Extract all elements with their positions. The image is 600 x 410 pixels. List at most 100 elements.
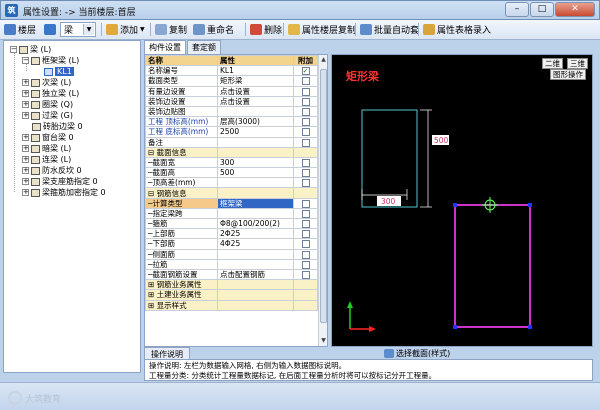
table-row[interactable]: ─拉筋: [145, 258, 318, 270]
property-value[interactable]: 框架梁: [217, 197, 294, 209]
tree-node[interactable]: + 梁支座筋指定 0: [22, 176, 98, 187]
table-row[interactable]: ─截面钢筋设置 点击配置钢筋: [145, 268, 318, 281]
tree-node[interactable]: 砖胎边梁 0: [32, 121, 83, 132]
expand-icon[interactable]: +: [22, 167, 29, 174]
table-row[interactable]: ─指定梁跨: [145, 207, 318, 220]
table-row[interactable]: ⊟ 钢筋信息: [145, 187, 318, 199]
table-row[interactable]: ─顶高差(mm): [145, 177, 318, 189]
maximize-button[interactable]: □: [530, 2, 554, 17]
collapse-icon[interactable]: −: [10, 46, 17, 53]
extra-checkbox[interactable]: [301, 108, 310, 116]
extra-checkbox[interactable]: [301, 271, 310, 279]
table-row[interactable]: ─下部筋 4Φ25: [145, 238, 318, 250]
extra-checkbox[interactable]: [301, 240, 310, 249]
tab-component-settings[interactable]: 构件设置: [144, 40, 186, 55]
close-button[interactable]: ✕: [555, 2, 595, 17]
extra-checkbox[interactable]: [301, 97, 310, 106]
table-row[interactable]: ─箍筋 Φ8@100/200(2): [145, 217, 318, 230]
property-value[interactable]: [217, 258, 294, 270]
layer-button[interactable]: 楼层: [4, 22, 36, 37]
property-value[interactable]: 点击设置: [217, 95, 294, 107]
property-value[interactable]: 500: [217, 167, 294, 179]
add-button[interactable]: 添加 ▼: [106, 22, 145, 37]
scroll-down-icon[interactable]: ▼: [319, 336, 327, 346]
tree-node[interactable]: + 圈梁 (Q): [22, 99, 73, 110]
table-row[interactable]: ⊟ 截面信息: [145, 146, 318, 158]
table-row[interactable]: ⊞ 钢筋业务属性: [145, 279, 318, 291]
property-value[interactable]: [217, 207, 294, 220]
extra-checkbox[interactable]: [301, 158, 310, 167]
property-value[interactable]: 300: [217, 156, 294, 169]
property-value[interactable]: Φ8@100/200(2): [217, 217, 294, 230]
extra-checkbox[interactable]: [301, 77, 310, 86]
table-row[interactable]: ─计算类型 框架梁: [145, 197, 318, 209]
property-value[interactable]: [217, 248, 294, 260]
table-row[interactable]: 工程 底标高(mm) 2500: [145, 126, 318, 138]
property-value[interactable]: 4Φ25: [217, 238, 294, 250]
tree-node[interactable]: + 过梁 (G): [22, 110, 73, 121]
property-value[interactable]: [217, 177, 294, 189]
component-type-combo[interactable]: 梁 ▼: [60, 22, 96, 37]
table-row[interactable]: 截面类型 矩形梁: [145, 75, 318, 87]
property-value[interactable]: 层高(3000): [217, 116, 294, 128]
extra-checkbox[interactable]: [301, 169, 310, 177]
table-row[interactable]: 装饰边贴图: [145, 105, 318, 118]
expand-icon[interactable]: +: [22, 79, 29, 86]
property-value[interactable]: 2Φ25: [217, 228, 294, 240]
table-row[interactable]: 工程 顶标高(mm) 层高(3000): [145, 116, 318, 128]
scroll-up-icon[interactable]: ▲: [319, 55, 327, 65]
copy-button[interactable]: 复制: [155, 22, 187, 37]
property-value[interactable]: [217, 299, 294, 311]
expand-icon[interactable]: +: [22, 90, 29, 97]
expand-icon[interactable]: +: [22, 101, 29, 108]
expand-icon[interactable]: +: [22, 145, 29, 152]
property-value[interactable]: 矩形梁: [217, 75, 294, 87]
floor-copy-button[interactable]: 属性楼层复制: [288, 22, 356, 37]
tree-node[interactable]: − 框架梁 (L): [22, 55, 79, 66]
property-value[interactable]: 点击配置钢筋: [217, 268, 294, 281]
table-row[interactable]: 有量边设置 点击设置: [145, 85, 318, 97]
property-value[interactable]: 2500: [217, 126, 294, 138]
extra-checkbox[interactable]: [301, 250, 310, 259]
expand-icon[interactable]: +: [22, 134, 29, 141]
expand-icon[interactable]: +: [22, 189, 29, 196]
extra-checkbox[interactable]: [301, 199, 310, 208]
property-value[interactable]: [217, 289, 294, 301]
tree-node[interactable]: + 梁箍筋加密指定 0: [22, 187, 106, 198]
tree-node[interactable]: − 梁 (L): [10, 44, 51, 55]
expand-icon[interactable]: +: [22, 156, 29, 163]
tree-node[interactable]: + 独立梁 (L): [22, 88, 79, 99]
property-value[interactable]: KL1: [217, 65, 294, 77]
rename-button[interactable]: 重命名: [193, 22, 234, 37]
table-row[interactable]: 备注: [145, 136, 318, 148]
property-value[interactable]: 点击设置: [217, 85, 294, 97]
batch-auto-button[interactable]: 批量自动套: [360, 22, 419, 37]
table-input-button[interactable]: 属性表格录入: [423, 22, 491, 37]
extra-checkbox[interactable]: [301, 260, 310, 269]
extra-checkbox[interactable]: [301, 118, 310, 126]
tab-quota[interactable]: 套定额: [187, 40, 221, 54]
expand-icon[interactable]: +: [22, 178, 29, 185]
extra-checkbox[interactable]: [301, 138, 310, 147]
tree-node[interactable]: + 暗梁 (L): [22, 143, 71, 154]
tree-node[interactable]: + 窗台梁 0: [22, 132, 74, 143]
table-row[interactable]: ─侧面筋: [145, 248, 318, 260]
tree-node[interactable]: + 防水反坎 0: [22, 165, 82, 176]
vertical-scrollbar[interactable]: ▲ ▼: [318, 55, 327, 346]
table-row[interactable]: ─截面宽 300: [145, 156, 318, 169]
delete-button[interactable]: 删除: [250, 22, 282, 37]
collapse-icon[interactable]: −: [22, 57, 29, 64]
extra-checkbox[interactable]: [301, 179, 310, 187]
tree-node[interactable]: + 次梁 (L): [22, 77, 71, 88]
table-row[interactable]: ─上部筋 2Φ25: [145, 228, 318, 240]
property-value[interactable]: [217, 136, 294, 148]
minimize-button[interactable]: –: [505, 2, 529, 17]
extra-checkbox[interactable]: [301, 209, 310, 218]
property-value[interactable]: [217, 279, 294, 291]
tree-node[interactable]: + 连梁 (L): [22, 154, 71, 165]
table-row[interactable]: ─截面高 500: [145, 167, 318, 179]
property-value[interactable]: [217, 187, 294, 199]
section-preview-canvas[interactable]: 矩形梁 二维 三维 图形操作 500 300: [331, 54, 593, 347]
scroll-thumb[interactable]: [320, 69, 327, 323]
extra-checkbox[interactable]: ✓: [301, 67, 310, 75]
